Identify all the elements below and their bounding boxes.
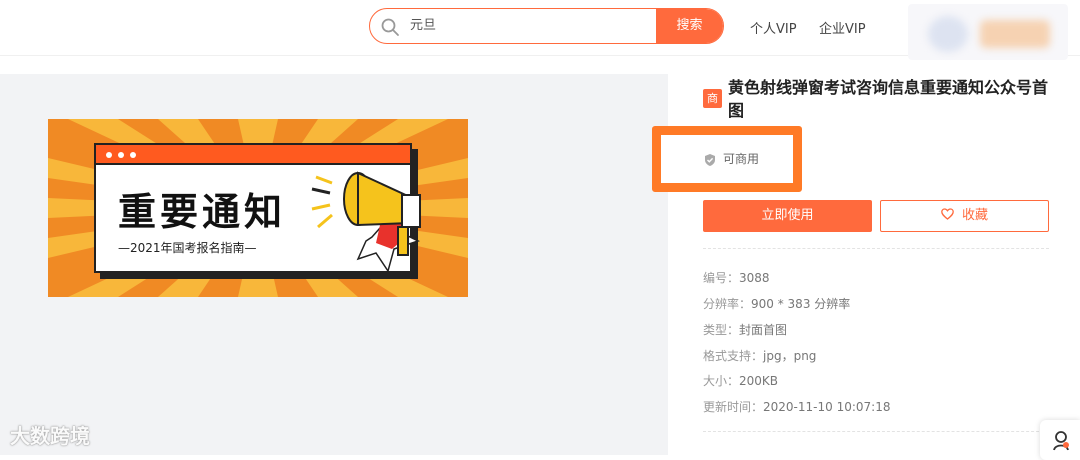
user-badge xyxy=(980,20,1050,48)
search-input[interactable]: 元旦 xyxy=(410,9,436,43)
megaphone-icon xyxy=(311,171,421,273)
info-type: 类型：封面首图 xyxy=(703,321,787,338)
info-key: 格式支持： xyxy=(703,349,764,363)
heart-icon xyxy=(941,208,954,220)
commercial-use-label: 可商用 xyxy=(703,150,759,167)
info-key: 类型： xyxy=(703,323,740,337)
info-value: 900 * 383 分辨率 xyxy=(751,297,851,311)
info-key: 更新时间： xyxy=(703,400,764,414)
preview-area: 重要通知 —2021年国考报名指南— xyxy=(0,74,668,455)
card-title-bar xyxy=(96,145,410,165)
support-icon xyxy=(1053,431,1069,451)
info-key: 分辨率： xyxy=(703,297,752,311)
info-format: 格式支持：jpg，png xyxy=(703,347,816,364)
info-resolution: 分辨率：900 * 383 分辨率 xyxy=(703,295,850,312)
window-dot xyxy=(118,152,124,158)
divider xyxy=(703,431,1049,432)
search-bar: 元旦 搜索 xyxy=(369,8,724,44)
poster-subline: —2021年国考报名指南— xyxy=(118,241,257,255)
info-key: 大小： xyxy=(703,374,740,388)
info-id: 编号：3088 xyxy=(703,269,770,286)
info-size: 大小：200KB xyxy=(703,372,778,389)
info-value: 2020-11-10 10:07:18 xyxy=(763,400,891,414)
window-dot xyxy=(130,152,136,158)
poster-headline: 重要通知 xyxy=(118,190,287,234)
top-header: 元旦 搜索 个人VIP 企业VIP xyxy=(0,0,1080,60)
customer-service-button[interactable] xyxy=(1040,420,1080,460)
template-preview-image[interactable]: 重要通知 —2021年国考报名指南— xyxy=(48,119,468,297)
favorite-label: 收藏 xyxy=(961,208,988,223)
window-dot xyxy=(106,152,112,158)
info-value: 3088 xyxy=(739,271,770,285)
commercial-badge: 商 xyxy=(703,89,722,108)
favorite-button[interactable]: 收藏 xyxy=(880,200,1049,232)
nav-personal-vip[interactable]: 个人VIP xyxy=(750,18,797,37)
template-title: 黄色射线弹窗考试咨询信息重要通知公众号首图 xyxy=(728,78,1049,120)
user-area-blurred[interactable] xyxy=(908,4,1068,60)
watermark-text: 大数跨境 xyxy=(10,424,90,448)
avatar xyxy=(928,16,968,52)
info-value: 200KB xyxy=(739,374,779,388)
info-value: 封面首图 xyxy=(739,323,788,337)
commercial-use-text: 可商用 xyxy=(723,152,760,166)
info-updated: 更新时间：2020-11-10 10:07:18 xyxy=(703,398,890,415)
search-icon xyxy=(381,18,399,36)
search-button[interactable]: 搜索 xyxy=(656,9,723,43)
divider xyxy=(703,248,1049,249)
nav-enterprise-vip[interactable]: 企业VIP xyxy=(819,18,866,37)
shield-check-icon xyxy=(705,153,715,166)
use-now-button[interactable]: 立即使用 xyxy=(703,200,872,232)
info-key: 编号： xyxy=(703,271,740,285)
info-value: jpg，png xyxy=(763,349,817,363)
